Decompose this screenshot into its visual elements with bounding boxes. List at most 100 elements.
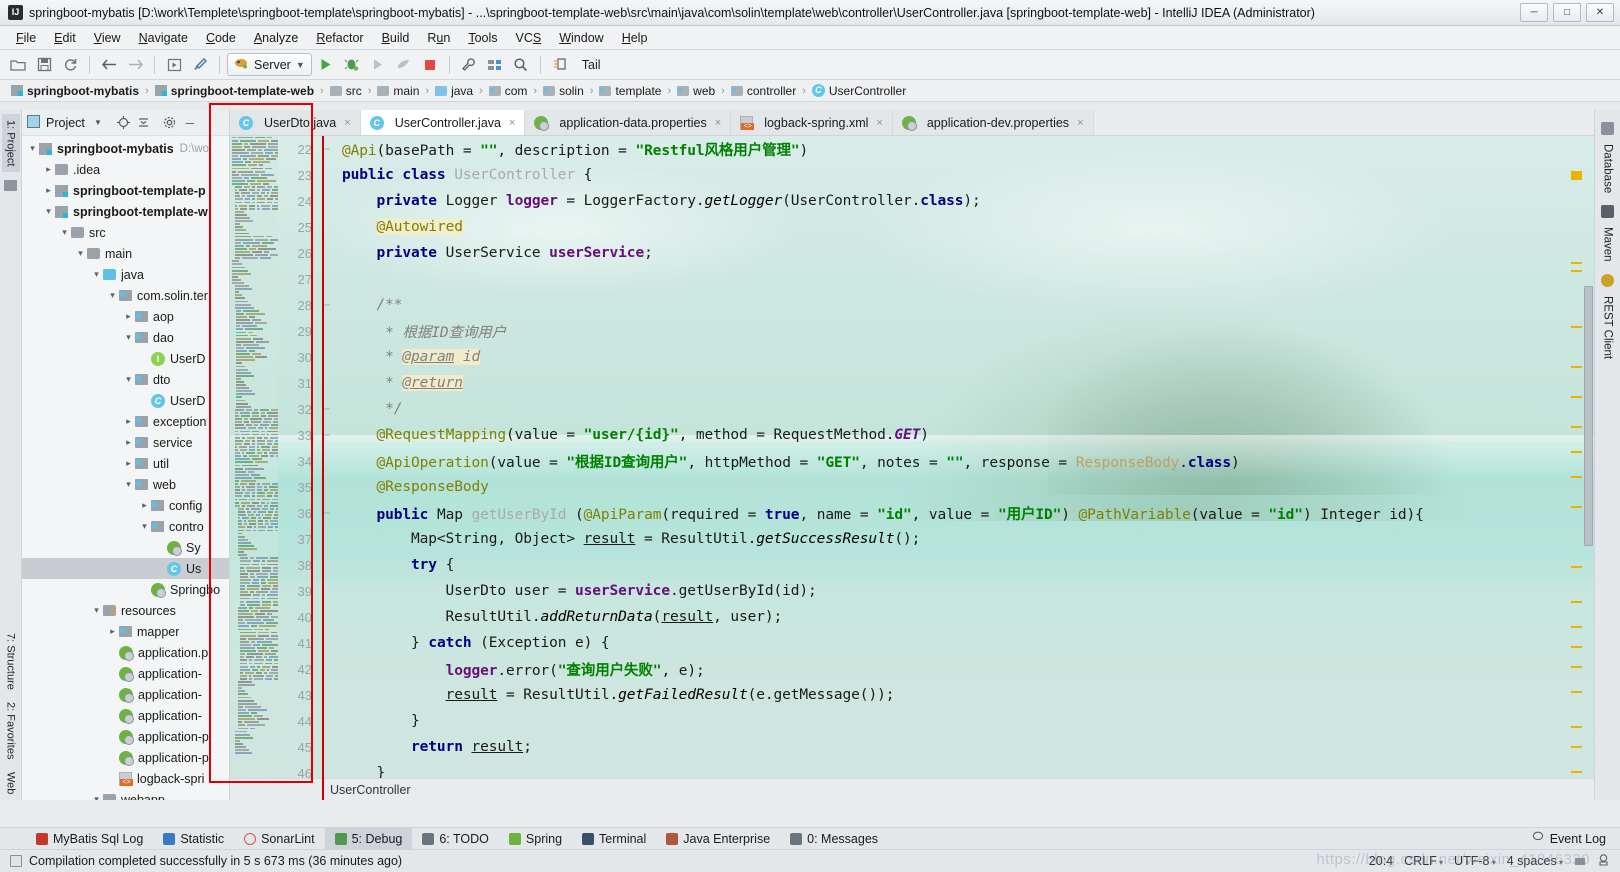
error-stripe-marker[interactable] — [1571, 178, 1582, 180]
event-log-area[interactable]: Event Log — [1532, 831, 1620, 846]
run-configuration-selector[interactable]: Server ▼ — [227, 53, 312, 76]
menu-item-refactor[interactable]: Refactor — [308, 28, 371, 48]
close-icon[interactable]: × — [715, 117, 721, 129]
code-line[interactable]: 43 result = ResultUtil.getFailedResult(e… — [230, 682, 1594, 708]
error-stripe-marker[interactable] — [1571, 646, 1582, 648]
breadcrumb-item-springboot-template-web[interactable]: springboot-template-web — [152, 84, 317, 98]
error-stripe-marker[interactable] — [1571, 262, 1582, 264]
tree-node-application-[interactable]: application- — [22, 705, 229, 726]
chevron-right-icon[interactable]: ▸ — [106, 626, 119, 637]
code-line[interactable]: 25 @Autowired — [230, 214, 1594, 240]
update-icon[interactable] — [548, 53, 572, 77]
chevron-right-icon[interactable]: ▸ — [122, 311, 135, 322]
chevron-down-icon[interactable]: ▼ — [296, 60, 305, 70]
open-folder-icon[interactable] — [6, 53, 30, 77]
error-stripe-marker[interactable] — [1571, 601, 1582, 603]
tree-node-contro[interactable]: ▾contro — [22, 516, 229, 537]
build-hammer-icon[interactable] — [188, 53, 212, 77]
bottom-tab-0-messages[interactable]: 0: Messages — [780, 828, 888, 849]
line-separator[interactable]: CRLF ▾ — [1404, 854, 1443, 868]
project-tree[interactable]: ▾springboot-mybatisD:\wo▸.idea▸springboo… — [22, 136, 229, 800]
breadcrumb-item-template[interactable]: template — [596, 84, 664, 98]
code-line[interactable]: 41 } catch (Exception e) { — [230, 630, 1594, 656]
right-tool-tab-rest-client[interactable]: REST Client — [1597, 270, 1618, 363]
breadcrumb-item-springboot-mybatis[interactable]: springboot-mybatis — [8, 84, 142, 98]
sync-icon[interactable] — [58, 53, 82, 77]
chevron-down-icon[interactable]: ▾ — [106, 290, 119, 301]
bottom-tab-sonarlint[interactable]: SonarLint — [234, 828, 325, 849]
breadcrumb-item-main[interactable]: main — [374, 84, 422, 98]
breadcrumb-item-src[interactable]: src — [327, 84, 365, 98]
right-tool-tab-maven[interactable]: Maven — [1597, 201, 1618, 266]
code-line[interactable]: 27 — [230, 266, 1594, 292]
maximize-button[interactable]: □ — [1553, 3, 1581, 22]
error-stripe-marker-rail[interactable] — [1570, 136, 1582, 800]
error-stripe-marker[interactable] — [1571, 691, 1582, 693]
close-icon[interactable]: × — [1077, 117, 1083, 129]
search-icon[interactable] — [509, 53, 533, 77]
tree-node-java[interactable]: ▾java — [22, 264, 229, 285]
close-button[interactable]: ✕ — [1586, 3, 1614, 22]
tree-node-com-solin-ter[interactable]: ▾com.solin.ter — [22, 285, 229, 306]
close-icon[interactable]: × — [876, 117, 882, 129]
left-tool-tab-7-structure[interactable]: 7: Structure — [2, 627, 20, 696]
menu-item-edit[interactable]: Edit — [46, 28, 84, 48]
chevron-right-icon[interactable]: ▸ — [122, 437, 135, 448]
tree-node-logback-spri[interactable]: logback-spri — [22, 768, 229, 789]
code-line[interactable]: 37 Map<String, Object> result = ResultUt… — [230, 526, 1594, 552]
read-only-icon[interactable] — [1574, 853, 1586, 869]
tree-node-config[interactable]: ▸config — [22, 495, 229, 516]
error-stripe-marker[interactable] — [1571, 270, 1582, 272]
tree-node-webapp[interactable]: ▾webapp — [22, 789, 229, 800]
chevron-down-icon[interactable]: ▾ — [122, 332, 135, 343]
chevron-down-icon[interactable]: ▾ — [90, 794, 103, 800]
error-stripe-marker[interactable] — [1571, 451, 1582, 453]
wrench-icon[interactable] — [457, 53, 481, 77]
breadcrumb-item-usercontroller[interactable]: CUserController — [809, 84, 909, 98]
code-line[interactable]: 31 * @return — [230, 370, 1594, 396]
tree-node-resources[interactable]: ▾resources — [22, 600, 229, 621]
tree-node-aop[interactable]: ▸aop — [22, 306, 229, 327]
code-editor[interactable]: 22−@Api(basePath = "", description = "Re… — [230, 136, 1594, 800]
tree-node-sy[interactable]: Sy — [22, 537, 229, 558]
code-line[interactable]: 36− public Map getUserById (@ApiParam(re… — [230, 500, 1594, 526]
menu-item-help[interactable]: Help — [614, 28, 656, 48]
left-tool-tab-2-favorites[interactable]: 2: Favorites — [2, 696, 20, 765]
code-line[interactable]: 44 } — [230, 708, 1594, 734]
event-log-label[interactable]: Event Log — [1550, 832, 1606, 846]
chevron-down-icon[interactable]: ▾ — [90, 605, 103, 616]
breadcrumb-item-web[interactable]: web — [674, 84, 718, 98]
breadcrumb-item-controller[interactable]: controller — [728, 84, 799, 98]
caret-position[interactable]: 20:4 — [1369, 854, 1393, 868]
tree-node-exception[interactable]: ▸exception — [22, 411, 229, 432]
code-line[interactable]: 38 try { — [230, 552, 1594, 578]
tree-node--idea[interactable]: ▸.idea — [22, 159, 229, 180]
bottom-tab-5-debug[interactable]: 5: Debug — [325, 828, 413, 849]
bottom-tab-spring[interactable]: Spring — [499, 828, 572, 849]
chevron-down-icon[interactable]: ▾ — [90, 269, 103, 280]
tree-node-service[interactable]: ▸service — [22, 432, 229, 453]
menu-item-tools[interactable]: Tools — [460, 28, 505, 48]
debug-icon[interactable] — [340, 53, 364, 77]
code-line[interactable]: 22−@Api(basePath = "", description = "Re… — [230, 136, 1594, 162]
save-icon[interactable] — [32, 53, 56, 77]
tail-button[interactable]: Tail — [582, 58, 601, 72]
code-line[interactable]: 45 return result; — [230, 734, 1594, 760]
error-stripe-marker[interactable] — [1571, 626, 1582, 628]
code-line[interactable]: 28− /** — [230, 292, 1594, 318]
code-line[interactable]: 23public class UserController { — [230, 162, 1594, 188]
minimize-button[interactable]: ─ — [1520, 3, 1548, 22]
tree-node-util[interactable]: ▸util — [22, 453, 229, 474]
chevron-down-icon[interactable]: ▾ — [122, 479, 135, 490]
editor-tab-application-data-properties[interactable]: application-data.properties× — [525, 110, 731, 135]
chevron-down-icon[interactable]: ▾ — [42, 206, 55, 217]
tree-node-application-[interactable]: application- — [22, 684, 229, 705]
locate-target-icon[interactable] — [117, 116, 131, 130]
tree-node-userd[interactable]: CUserD — [22, 390, 229, 411]
menu-item-vcs[interactable]: VCS — [508, 28, 550, 48]
chevron-down-icon[interactable]: ▾ — [58, 227, 71, 238]
menu-item-build[interactable]: Build — [374, 28, 418, 48]
error-stripe-marker[interactable] — [1571, 771, 1582, 773]
code-line[interactable]: 40 ResultUtil.addReturnData(result, user… — [230, 604, 1594, 630]
error-stripe-marker[interactable] — [1571, 366, 1582, 368]
